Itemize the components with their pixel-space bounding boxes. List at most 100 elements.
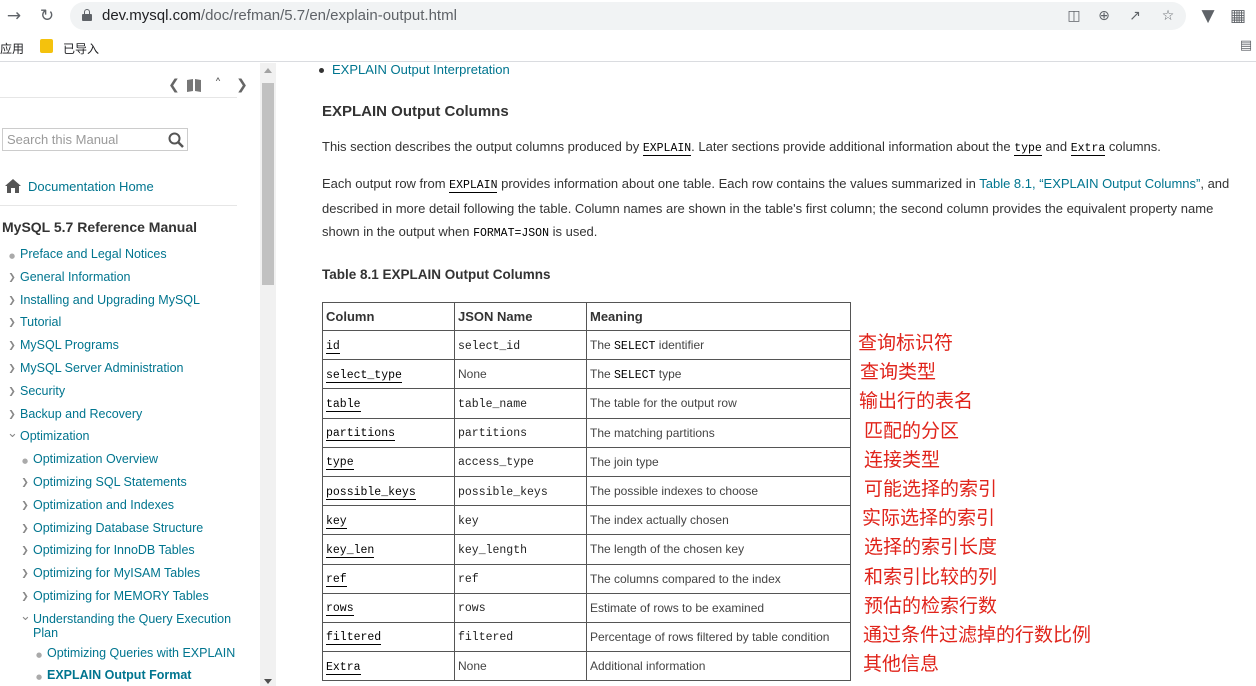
translate-icon[interactable]: ◫ xyxy=(1064,6,1084,26)
collapsed-chevron-icon[interactable]: ❯ xyxy=(20,567,30,581)
meaning-cell: The SELECT type xyxy=(586,359,851,390)
column-name-link[interactable]: possible_keys xyxy=(326,485,416,500)
handwritten-annotation: 查询标识符 xyxy=(858,332,954,354)
share-icon[interactable]: ↗ xyxy=(1125,6,1145,26)
prev-page-icon[interactable]: ❮ xyxy=(166,75,182,95)
book-icon[interactable] xyxy=(186,75,202,95)
documentation-home-link[interactable]: Documentation Home xyxy=(4,178,154,199)
handwritten-annotation: 和索引比较的列 xyxy=(864,565,998,588)
scroll-up-icon[interactable] xyxy=(264,68,272,73)
column-name-link[interactable]: key xyxy=(326,514,347,529)
column-name-cell: Extra xyxy=(322,651,455,682)
toc-item[interactable]: ❯ Optimizing SQL Statements xyxy=(21,475,187,489)
meaning-text: The index actually chosen xyxy=(590,513,729,528)
collapsed-chevron-icon[interactable]: ❯ xyxy=(20,499,30,513)
table-reference-link[interactable]: Table 8.1, “EXPLAIN Output Columns” xyxy=(979,176,1200,191)
extensions-puzzle-icon[interactable]: ▦ xyxy=(1228,6,1248,26)
meaning-code: SELECT xyxy=(614,368,656,382)
up-icon[interactable]: ˄ xyxy=(210,75,226,95)
scrollbar-thumb[interactable] xyxy=(262,83,274,285)
toc-item[interactable]: ● Optimization Overview xyxy=(22,452,158,466)
type-code-link[interactable]: type xyxy=(1014,142,1042,156)
collapsed-chevron-icon[interactable]: ❯ xyxy=(20,544,30,558)
collapsed-chevron-icon[interactable]: ❯ xyxy=(7,408,17,422)
column-name-link[interactable]: rows xyxy=(326,602,354,617)
meaning-text: The length of the chosen key xyxy=(590,542,745,557)
column-name-link[interactable]: filtered xyxy=(326,631,382,646)
toc-item[interactable]: ❯ Backup and Recovery xyxy=(8,407,142,421)
toc-item[interactable]: ● Preface and Legal Notices xyxy=(9,247,167,261)
column-name-link[interactable]: Extra xyxy=(326,660,361,675)
column-name-cell: rows xyxy=(322,592,455,623)
toc-item[interactable]: ❯ Optimizing for InnoDB Tables xyxy=(21,543,194,557)
collapsed-chevron-icon[interactable]: ❯ xyxy=(7,271,17,285)
extra-code-link[interactable]: Extra xyxy=(1070,142,1106,156)
column-name-link[interactable]: select_type xyxy=(326,368,402,383)
explain-interpretation-link[interactable]: EXPLAIN Output Interpretation xyxy=(319,62,510,77)
sidebar-scrollbar[interactable] xyxy=(260,63,276,686)
column-name-cell: possible_keys xyxy=(322,475,455,507)
toc-item[interactable]: ❯ Optimization and Indexes xyxy=(21,498,174,512)
collapsed-chevron-icon[interactable]: ❯ xyxy=(20,522,30,536)
bookmark-apps[interactable]: 应用 xyxy=(0,40,24,57)
collapsed-chevron-icon[interactable]: ❯ xyxy=(7,316,17,330)
collapsed-chevron-icon[interactable]: ❯ xyxy=(20,476,30,490)
search-icon[interactable] xyxy=(167,131,185,149)
expanded-chevron-icon[interactable]: ⌄ xyxy=(7,427,18,441)
json-name: access_type xyxy=(458,456,534,470)
header-meaning: Meaning xyxy=(586,302,851,331)
json-name-cell: key_length xyxy=(454,534,587,565)
column-name-link[interactable]: partitions xyxy=(326,427,396,442)
column-name-link[interactable]: id xyxy=(326,339,340,354)
toc-item[interactable]: ❯ MySQL Server Administration xyxy=(8,361,183,375)
bookmark-imported[interactable]: 已导入 xyxy=(63,40,99,57)
address-bar[interactable]: dev.mysql.com/doc/refman/5.7/en/explain-… xyxy=(70,2,1186,30)
zoom-icon[interactable]: ⊕ xyxy=(1094,6,1114,26)
collapsed-chevron-icon[interactable]: ❯ xyxy=(20,590,30,604)
bullet-icon: ● xyxy=(21,457,29,466)
url-text[interactable]: dev.mysql.com/doc/refman/5.7/en/explain-… xyxy=(102,7,457,24)
explain-code-link[interactable]: EXPLAIN xyxy=(449,179,498,193)
toc-item[interactable]: ❯ Optimizing for MEMORY Tables xyxy=(21,589,209,603)
toc-item-label: Installing and Upgrading MySQL xyxy=(20,292,200,307)
toc-item[interactable]: ❯ Optimizing Database Structure xyxy=(21,521,203,535)
collapsed-chevron-icon[interactable]: ❯ xyxy=(7,339,17,353)
toc-item[interactable]: ● EXPLAIN Output Format xyxy=(36,668,192,682)
collapsed-chevron-icon[interactable]: ❯ xyxy=(7,294,17,308)
bookmark-star-icon[interactable]: ☆ xyxy=(1158,6,1178,26)
reload-icon[interactable]: ↻ xyxy=(37,6,57,26)
meaning-cell: The possible indexes to choose xyxy=(586,475,851,507)
collapsed-chevron-icon[interactable]: ❯ xyxy=(7,385,17,399)
toc-item[interactable]: ❯ Tutorial xyxy=(8,315,61,329)
collapsed-chevron-icon[interactable]: ❯ xyxy=(7,362,17,376)
toc-item[interactable]: ⌄ Optimization xyxy=(7,427,89,444)
search-input[interactable] xyxy=(3,129,163,150)
column-name-link[interactable]: ref xyxy=(326,573,347,588)
json-name: None xyxy=(458,367,487,382)
table-row: possible_keys possible_keys The possible i… xyxy=(322,475,851,507)
toc-item[interactable]: ❯ General Information xyxy=(8,270,130,284)
scroll-down-icon[interactable] xyxy=(264,679,272,684)
json-name: filtered xyxy=(458,631,514,645)
toc-item-label: MySQL Programs xyxy=(20,338,119,353)
json-name: possible_keys xyxy=(458,485,548,499)
toc-item[interactable]: ❯ Optimizing for MyISAM Tables xyxy=(21,566,200,580)
forward-icon[interactable]: → xyxy=(4,6,24,26)
reading-list-icon[interactable]: ▤ xyxy=(1238,38,1254,54)
meaning-cell: Estimate of rows to be examined xyxy=(586,592,851,623)
toc-item[interactable]: ❯ MySQL Programs xyxy=(8,338,119,353)
column-name-link[interactable]: key_len xyxy=(326,543,375,558)
toc-item[interactable]: ❯ Installing and Upgrading MySQL xyxy=(8,292,200,307)
table-row: filtered filtered Percentage of rows filte… xyxy=(322,621,851,653)
explain-code-link[interactable]: EXPLAIN xyxy=(642,142,692,156)
toc-item[interactable]: ● Optimizing Queries with EXPLAIN xyxy=(36,646,235,660)
column-name-link[interactable]: type xyxy=(326,456,354,471)
toc-item-label: Optimizing for MEMORY Tables xyxy=(33,589,209,603)
toc-item[interactable]: ❯ Security xyxy=(8,384,65,398)
extension-v-icon[interactable]: ▼ xyxy=(1198,6,1218,26)
column-name-link[interactable]: table xyxy=(326,397,361,412)
meaning-cell: The length of the chosen key xyxy=(586,534,851,565)
toc-item[interactable]: ⌄ Understanding the Query Execution Plan xyxy=(20,609,243,640)
expanded-chevron-icon[interactable]: ⌄ xyxy=(20,609,31,624)
next-page-icon[interactable]: ❯ xyxy=(234,75,250,95)
